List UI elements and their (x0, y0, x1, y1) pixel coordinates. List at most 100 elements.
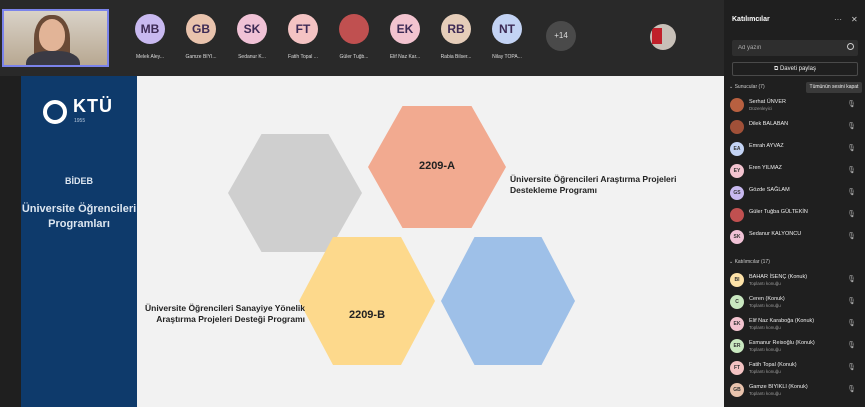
mic-muted-icon[interactable]: 🎙 (847, 122, 856, 130)
participant-name: Nilay TOPA... (492, 54, 522, 60)
participant-name: Elif Naz Kar... (389, 54, 421, 60)
mic-muted-icon[interactable]: 🎙 (847, 297, 856, 305)
avatar: MB (135, 14, 165, 44)
presenters-header[interactable]: ⌄ Sunucular (7) (729, 84, 765, 90)
bideb-label: BİDEB (64, 176, 93, 186)
hex-a-label: 2209-A (418, 160, 456, 172)
avatar: C (730, 295, 744, 309)
avatar: GB (186, 14, 216, 44)
caption-2209b: Üniversite Öğrencileri Sanayiye Yönelik … (144, 303, 305, 324)
avatar: GB (730, 383, 744, 397)
mic-muted-icon[interactable]: 🎙 (847, 188, 856, 196)
participant-name: Serhat ÜNVER (749, 99, 786, 105)
participant-tile[interactable]: SK Sedanur K... (224, 14, 280, 68)
avatar (730, 120, 744, 134)
mic-muted-icon[interactable]: 🎙 (847, 166, 856, 174)
participant-row[interactable]: SK Sedanur KALYONCU 🎙 (730, 228, 860, 246)
participant-row[interactable]: FT Fatih Topal (Konuk) Toplantı konuğu 🎙 (730, 359, 860, 377)
participant-name: Esmanur Reisoğlu (Konuk) (749, 340, 815, 346)
share-invite-label: Daveti paylaş (779, 66, 816, 72)
logo-text: KTÜ (73, 96, 113, 116)
mic-muted-icon[interactable]: 🎙 (847, 363, 856, 371)
participant-strip: MB Melek Aley... GB Gamze BIYI... SK Sedanur … (0, 0, 724, 76)
avatar: FT (288, 14, 318, 44)
participant-name: Dilek BALABAN (749, 121, 789, 127)
participant-row[interactable]: EA Emrah AYVAZ 🎙 (730, 140, 860, 158)
participant-name: Emrah AYVAZ (749, 143, 784, 149)
mic-muted-icon[interactable]: 🎙 (847, 341, 856, 349)
ktu-logo: KTÜ 1955 (43, 96, 113, 130)
presenters-header-label: Sunucular (7) (734, 84, 765, 90)
mic-muted-icon[interactable]: 🎙 (847, 232, 856, 240)
programs-title: Üniversite Öğrencileri Programları (21, 203, 137, 230)
logo-year: 1955 (74, 118, 86, 124)
participant-row[interactable]: Güler Tuğba GÜLTEKİN 🎙 (730, 206, 860, 224)
avatar: BI (730, 273, 744, 287)
participant-tile[interactable]: Güler Tuğb... (326, 14, 382, 68)
participant-name: Fatih Topal ... (288, 54, 318, 60)
shared-screen: KTÜ 1955 BİDEB Üniversite Öğrencileri Pr… (21, 76, 724, 407)
participant-row[interactable]: GB Gamze BIYIKLI (Konuk) Toplantı konuğu 🎙 (730, 381, 860, 399)
avatar (339, 14, 369, 44)
participant-tile[interactable]: NT Nilay TOPA... (479, 14, 535, 68)
avatar (730, 208, 744, 222)
participant-tile[interactable]: FT Fatih Topal ... (275, 14, 331, 68)
avatar: EY (730, 164, 744, 178)
participant-tile[interactable]: MB Melek Aley... (122, 14, 178, 68)
participant-role: Toplantı konuğu (749, 281, 781, 286)
search-box[interactable] (732, 40, 858, 56)
participant-tile[interactable]: EK Elif Naz Kar... (377, 14, 433, 68)
flag-video-tile[interactable] (650, 24, 676, 50)
more-options-icon[interactable]: ··· (834, 15, 842, 24)
participant-name: Melek Aley... (136, 54, 164, 60)
avatar: ER (730, 339, 744, 353)
hex-gray (228, 134, 362, 252)
logo-circle-icon (43, 100, 67, 124)
participant-name: Güler Tuğba GÜLTEKİN (749, 209, 808, 215)
attendees-header-label: Katılımcılar (17) (734, 259, 770, 265)
participant-row[interactable]: ER Esmanur Reisoğlu (Konuk) Toplantı konuğ… (730, 337, 860, 355)
avatar: EA (730, 142, 744, 156)
participant-row[interactable]: EK Elif Naz Karaboğa (Konuk) Toplantı konu… (730, 315, 860, 333)
participant-tile[interactable]: RB Rabia Bilser... (428, 14, 484, 68)
participant-name: Gamze BIYI... (185, 54, 217, 60)
search-input[interactable] (738, 43, 842, 53)
mic-muted-icon[interactable]: 🎙 (847, 210, 856, 218)
mic-muted-icon[interactable]: 🎙 (847, 275, 856, 283)
participant-role: Düzenleyici (749, 106, 773, 111)
mic-muted-icon[interactable]: 🎙 (847, 319, 856, 327)
avatar: SK (730, 230, 744, 244)
hex-blue (441, 237, 575, 365)
avatar: RB (441, 14, 471, 44)
participant-name: Fatih Topal (Konuk) (749, 362, 797, 368)
more-participants-badge[interactable]: +14 (546, 21, 576, 51)
slide-sidebar: KTÜ 1955 BİDEB Üniversite Öğrencileri Pr… (21, 76, 137, 407)
participant-name: Güler Tuğb... (339, 54, 369, 60)
participant-role: Toplantı konuğu (749, 391, 781, 396)
close-icon[interactable]: ✕ (851, 15, 858, 24)
participant-role: Toplantı konuğu (749, 325, 781, 330)
attendees-header[interactable]: ⌄ Katılımcılar (17) (729, 259, 770, 265)
hex-b-label: 2209-B (348, 309, 386, 321)
participant-role: Toplantı konuğu (749, 347, 781, 352)
mute-all-button[interactable]: Tümünün sesini kapat (806, 82, 862, 93)
avatar (730, 98, 744, 112)
participant-row[interactable]: GS Gözde SAĞLAM 🎙 (730, 184, 860, 202)
participant-row[interactable]: Serhat ÜNVER Düzenleyici 🎙 (730, 96, 860, 114)
participant-row[interactable]: EY Eren YILMAZ 🎙 (730, 162, 860, 180)
participant-name: Gözde SAĞLAM (749, 187, 790, 193)
participant-name: Sedanur K... (238, 54, 266, 60)
share-invite-button[interactable]: ⧉ Daveti paylaş (732, 62, 858, 76)
avatar: FT (730, 361, 744, 375)
avatar: EK (730, 317, 744, 331)
self-video[interactable] (2, 9, 109, 67)
participant-role: Toplantı konuğu (749, 369, 781, 374)
avatar: EK (390, 14, 420, 44)
participant-tile[interactable]: GB Gamze BIYI... (173, 14, 229, 68)
mic-muted-icon[interactable]: 🎙 (847, 100, 856, 108)
mic-muted-icon[interactable]: 🎙 (847, 385, 856, 393)
mic-muted-icon[interactable]: 🎙 (847, 144, 856, 152)
participant-row[interactable]: Dilek BALABAN 🎙 (730, 118, 860, 136)
participant-row[interactable]: C Ceren (Konuk) Toplantı konuğu 🎙 (730, 293, 860, 311)
participant-row[interactable]: BI BAHAR İSENÇ (Konuk) Toplantı konuğu 🎙 (730, 271, 860, 289)
